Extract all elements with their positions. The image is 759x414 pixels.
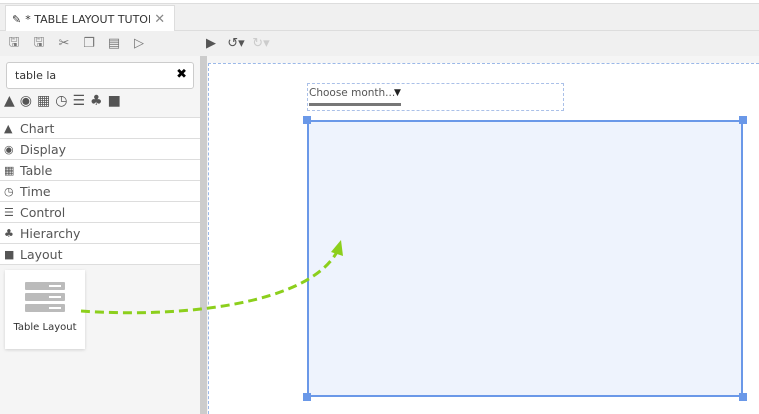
drag-arrow <box>80 240 343 315</box>
drag-arrow-path <box>80 249 340 315</box>
arrow-head-icon <box>331 240 343 256</box>
